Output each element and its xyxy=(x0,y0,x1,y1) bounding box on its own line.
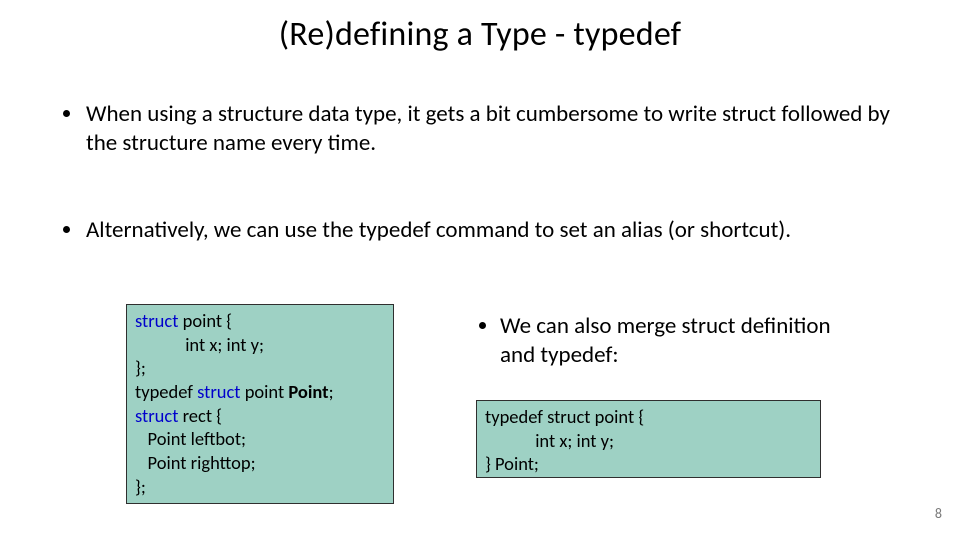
code-l4e: ; xyxy=(329,380,334,403)
code-r1: typedef struct point { xyxy=(485,405,644,428)
bullet-1-keyword: struct xyxy=(722,100,776,128)
bullet-1: When using a structure data type, it get… xyxy=(60,100,900,159)
code-l6: Point leftbot; xyxy=(135,427,246,450)
bullet-2: Alternatively, we can use the typedef co… xyxy=(60,216,900,245)
code-l8: }; xyxy=(135,475,146,498)
code-l5b: rect { xyxy=(178,404,222,427)
code-l3: }; xyxy=(135,356,146,379)
code-l4a: typedef xyxy=(135,380,197,403)
typename-point: Point xyxy=(288,380,328,403)
kw-struct: struct xyxy=(135,309,178,332)
kw-struct: struct xyxy=(135,404,178,427)
bullet-3-text: We can also merge struct definition and … xyxy=(500,312,856,371)
code-box-left: struct point { int x; int y; }; typedef … xyxy=(126,304,394,504)
kw-struct: struct xyxy=(197,380,240,403)
page-number: 8 xyxy=(935,505,942,522)
code-r3: } Point; xyxy=(485,452,539,475)
code-l7: Point righttop; xyxy=(135,451,256,474)
bullet-1-pre: When using a structure data type, it get… xyxy=(86,100,722,128)
code-l2: int x; int y; xyxy=(135,333,264,356)
bullet-3: We can also merge struct definition and … xyxy=(476,312,856,371)
code-r2: int x; int y; xyxy=(485,429,614,452)
bullet-2-post: command to set an alias (or shortcut). xyxy=(431,216,791,244)
code-box-right: typedef struct point { int x; int y; } P… xyxy=(476,400,821,478)
slide: { "title": "(Re)defining a Type - typede… xyxy=(0,0,960,540)
code-l1b: point { xyxy=(178,309,232,332)
slide-title: (Re)defining a Type - typedef xyxy=(0,14,960,55)
code-l4c: point xyxy=(241,380,289,403)
bullet-2-keyword: typedef xyxy=(359,216,431,244)
bullet-2-pre: Alternatively, we can use the xyxy=(86,216,359,244)
